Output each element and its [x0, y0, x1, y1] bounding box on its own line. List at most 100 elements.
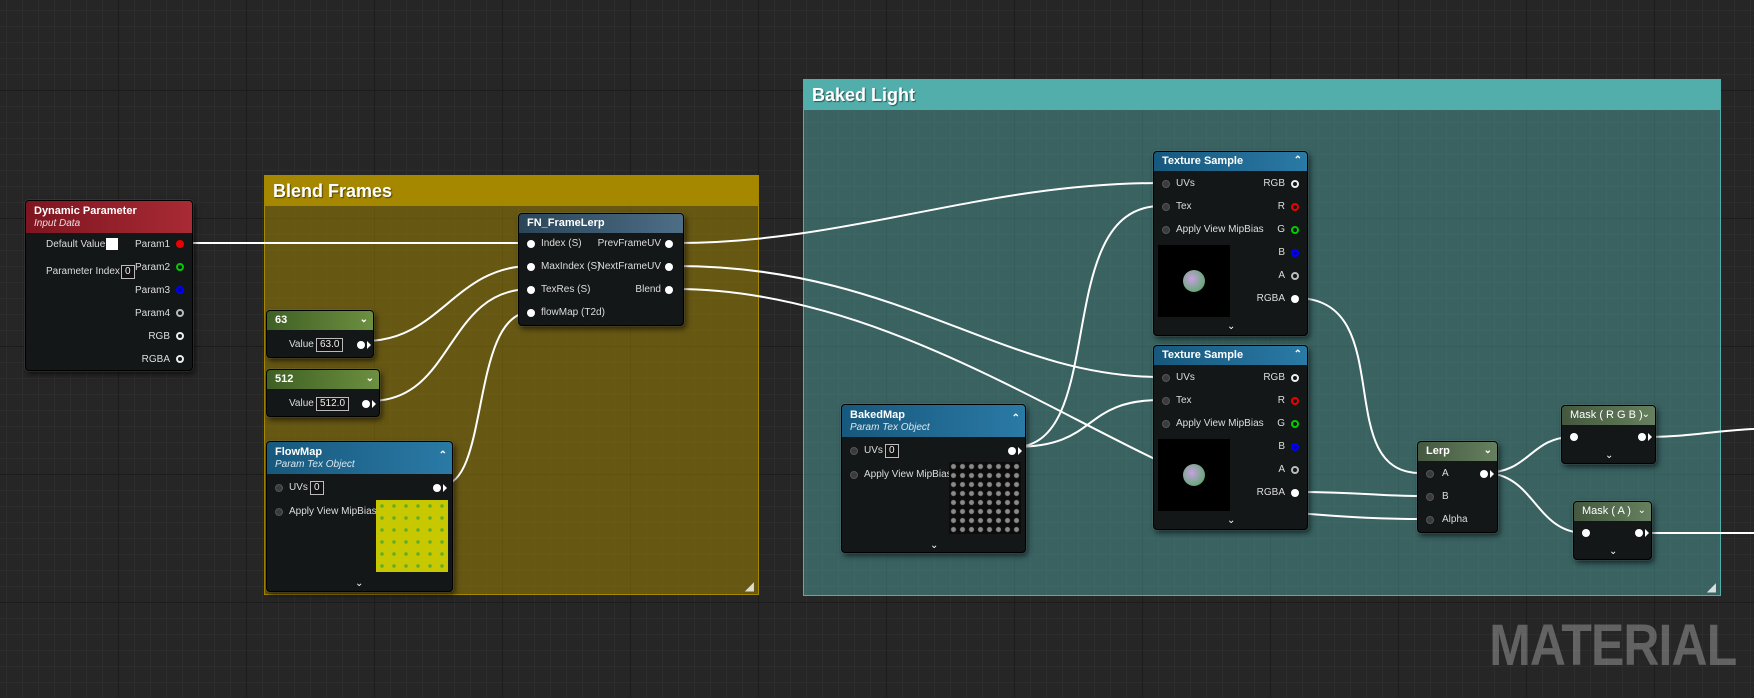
output-pin[interactable]	[1638, 433, 1646, 441]
input-pin-uvs[interactable]	[1162, 374, 1170, 382]
node-header[interactable]: Mask ( R G B ) ⌄	[1562, 406, 1655, 425]
uvs-input[interactable]: 0	[310, 481, 324, 495]
output-pin[interactable]	[1480, 470, 1488, 478]
input-pin-flowmap[interactable]	[527, 309, 535, 317]
output-pin-prevframeuv[interactable]	[665, 240, 673, 248]
collapse-chevron-icon[interactable]: ⌄	[366, 373, 374, 385]
output-label-b: B	[1278, 441, 1285, 452]
output-pin-rgba[interactable]	[1291, 295, 1299, 303]
collapse-chevron-icon[interactable]: ⌃	[1294, 349, 1302, 361]
comment-title[interactable]: Blend Frames	[265, 176, 758, 206]
collapse-chevron-icon[interactable]: ⌄	[1642, 409, 1650, 421]
uvs-input[interactable]: 0	[885, 444, 899, 458]
expand-chevron-icon[interactable]: ⌄	[355, 579, 363, 589]
input-pin-index[interactable]	[527, 240, 535, 248]
output-pin-rgb[interactable]	[1291, 180, 1299, 188]
output-pin-a[interactable]	[1291, 272, 1299, 280]
node-constant-512[interactable]: 512 ⌄ Value 512.0	[266, 369, 380, 417]
output-pin[interactable]	[357, 341, 365, 349]
node-header[interactable]: BakedMap Param Tex Object ⌃	[842, 405, 1025, 437]
output-pin-rgb[interactable]	[1291, 374, 1299, 382]
collapse-chevron-icon[interactable]: ⌄	[360, 314, 368, 326]
comment-title[interactable]: Baked Light	[804, 80, 1720, 110]
node-header[interactable]: 63 ⌄	[267, 311, 373, 330]
output-pin-rgba[interactable]	[1291, 489, 1299, 497]
value-input[interactable]: 63.0	[316, 338, 344, 352]
input-pin-uvs[interactable]	[275, 484, 283, 492]
input-pin-uvs[interactable]	[850, 447, 858, 455]
output-pin-b[interactable]	[1291, 443, 1299, 451]
input-pin[interactable]	[1570, 433, 1578, 441]
node-flowmap[interactable]: FlowMap Param Tex Object ⌃ UVs 0 Apply V…	[266, 441, 453, 592]
input-pin[interactable]	[1582, 529, 1590, 537]
output-pin-param1[interactable]	[176, 240, 184, 248]
value-input[interactable]: 512.0	[316, 397, 350, 411]
input-pin-tex[interactable]	[1162, 203, 1170, 211]
node-dynamic-parameter[interactable]: Dynamic Parameter Input Data Default Val…	[25, 200, 193, 371]
expand-chevron-icon[interactable]: ⌄	[1227, 322, 1235, 332]
output-pin-rgba[interactable]	[176, 355, 184, 363]
value-label: Value	[289, 339, 314, 350]
node-header[interactable]: FlowMap Param Tex Object ⌃	[267, 442, 452, 474]
parameter-index-input[interactable]: 0	[121, 265, 135, 279]
node-header[interactable]: Mask ( A ) ⌄	[1574, 502, 1651, 521]
node-header[interactable]: Texture Sample ⌃	[1154, 346, 1307, 365]
output-pin-a[interactable]	[1291, 466, 1299, 474]
input-pin-mipbias[interactable]	[850, 471, 858, 479]
flowmap-preview-thumbnail	[376, 500, 448, 572]
collapse-chevron-icon[interactable]: ⌃	[439, 450, 447, 462]
node-header[interactable]: FN_FrameLerp	[519, 214, 683, 233]
expand-chevron-icon[interactable]: ⌄	[1227, 516, 1235, 526]
node-lerp[interactable]: Lerp ⌄ A B Alpha	[1417, 441, 1498, 533]
input-pin-b[interactable]	[1426, 493, 1434, 501]
output-pin[interactable]	[1635, 529, 1643, 537]
output-pin-param4[interactable]	[176, 309, 184, 317]
output-pin-r[interactable]	[1291, 203, 1299, 211]
node-header[interactable]: Lerp ⌄	[1418, 442, 1497, 461]
collapse-chevron-icon[interactable]: ⌃	[1294, 155, 1302, 167]
node-header[interactable]: Dynamic Parameter Input Data	[26, 201, 192, 233]
default-value-swatch[interactable]	[106, 238, 118, 250]
expand-chevron-icon[interactable]: ⌄	[1605, 451, 1613, 461]
input-pin-texres[interactable]	[527, 286, 535, 294]
output-label-rgb: RGB	[1263, 372, 1285, 383]
expand-chevron-icon[interactable]: ⌄	[930, 541, 938, 551]
input-pin-mipbias[interactable]	[275, 508, 283, 516]
collapse-chevron-icon[interactable]: ⌄	[1484, 445, 1492, 457]
output-pin-param3[interactable]	[176, 286, 184, 294]
node-header[interactable]: Texture Sample ⌃	[1154, 152, 1307, 171]
output-pin[interactable]	[433, 484, 441, 492]
input-pin-a[interactable]	[1426, 470, 1434, 478]
node-mask-rgb[interactable]: Mask ( R G B ) ⌄ ⌄	[1561, 405, 1656, 464]
node-fn-framelerp[interactable]: FN_FrameLerp Index (S) MaxIndex (S) TexR…	[518, 213, 684, 326]
input-pin-alpha[interactable]	[1426, 516, 1434, 524]
input-pin-mipbias[interactable]	[1162, 420, 1170, 428]
output-pin-nextframeuv[interactable]	[665, 263, 673, 271]
output-pin-rgb[interactable]	[176, 332, 184, 340]
output-pin-g[interactable]	[1291, 226, 1299, 234]
output-pin-param2[interactable]	[176, 263, 184, 271]
output-pin-b[interactable]	[1291, 249, 1299, 257]
collapse-chevron-icon[interactable]: ⌄	[1638, 505, 1646, 517]
node-header[interactable]: 512 ⌄	[267, 370, 379, 389]
output-pin-r[interactable]	[1291, 397, 1299, 405]
input-pin-tex[interactable]	[1162, 397, 1170, 405]
output-pin-g[interactable]	[1291, 420, 1299, 428]
output-pin[interactable]	[362, 400, 370, 408]
input-pin-uvs[interactable]	[1162, 180, 1170, 188]
output-pin[interactable]	[1008, 447, 1016, 455]
node-bakedmap[interactable]: BakedMap Param Tex Object ⌃ UVs 0 Apply …	[841, 404, 1026, 553]
node-constant-63[interactable]: 63 ⌄ Value 63.0	[266, 310, 374, 358]
resize-grip-icon[interactable]: ◢	[745, 580, 754, 592]
output-arrow-icon	[372, 400, 376, 408]
resize-grip-icon[interactable]: ◢	[1707, 581, 1716, 593]
node-title: FlowMap	[275, 446, 323, 458]
expand-chevron-icon[interactable]: ⌄	[1609, 547, 1617, 557]
input-pin-mipbias[interactable]	[1162, 226, 1170, 234]
node-mask-a[interactable]: Mask ( A ) ⌄ ⌄	[1573, 501, 1652, 560]
node-texture-sample-1[interactable]: Texture Sample ⌃ UVs Tex Apply View MipB…	[1153, 151, 1308, 336]
node-texture-sample-2[interactable]: Texture Sample ⌃ UVs Tex Apply View MipB…	[1153, 345, 1308, 530]
output-pin-blend[interactable]	[665, 286, 673, 294]
collapse-chevron-icon[interactable]: ⌃	[1012, 413, 1020, 425]
input-pin-maxindex[interactable]	[527, 263, 535, 271]
